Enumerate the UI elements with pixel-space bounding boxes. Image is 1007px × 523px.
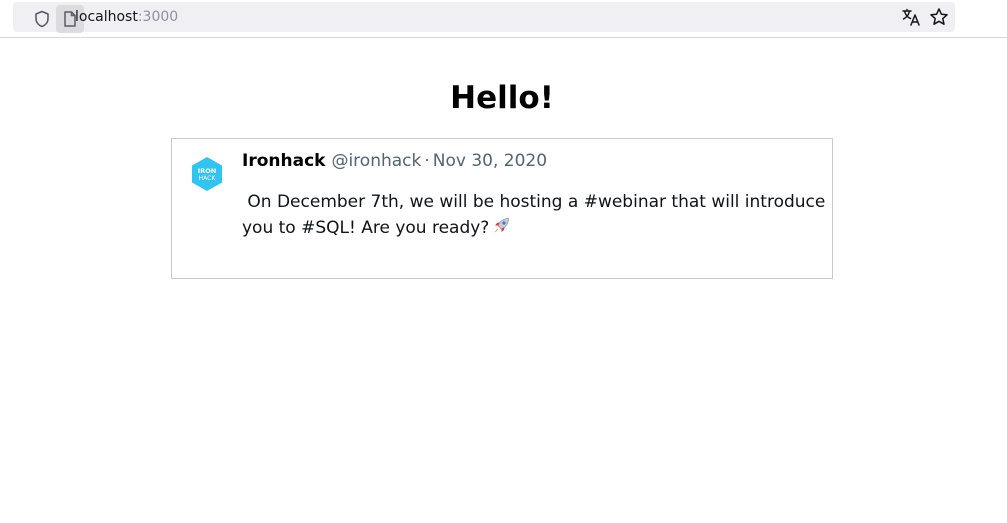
- header-separator: ·: [424, 151, 430, 171]
- avatar-text-line1: IRON: [198, 167, 216, 175]
- tweet-date[interactable]: Nov 30, 2020: [433, 151, 547, 171]
- avatar[interactable]: IRON HACK: [191, 157, 223, 191]
- page-title: Hello!: [450, 80, 554, 116]
- bookmark-star-icon[interactable]: [929, 7, 949, 27]
- shield-icon[interactable]: [33, 10, 51, 28]
- tweet-header: Ironhack @ironhack · Nov 30, 2020: [242, 150, 547, 172]
- tweet-text-container: On December 7th, we will be hosting a #w…: [242, 189, 827, 241]
- avatar-text-line2: HACK: [199, 175, 217, 182]
- author-name[interactable]: Ironhack: [242, 151, 325, 171]
- translate-icon[interactable]: [901, 7, 921, 27]
- rocket-icon: [492, 217, 510, 235]
- tweet-text: On December 7th, we will be hosting a #w…: [242, 192, 831, 238]
- url-port: :3000: [137, 9, 179, 25]
- browser-toolbar: localhost:3000: [0, 0, 1007, 38]
- url-text[interactable]: localhost:3000: [75, 8, 178, 26]
- url-host: localhost: [75, 9, 138, 25]
- author-handle[interactable]: @ironhack: [331, 151, 421, 171]
- tweet-card: IRON HACK Ironhack @ironhack · Nov 30, 2020…: [171, 138, 833, 279]
